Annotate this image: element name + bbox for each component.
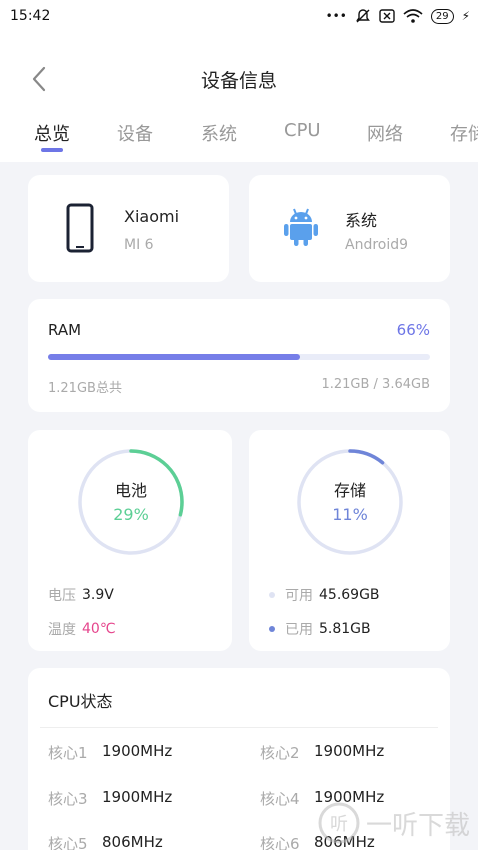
watermark-text: 一听下载 [365, 810, 470, 841]
temperature-row: 温度 40℃ [48, 619, 116, 639]
cpu-core-item: 核心2 1900MHz [260, 742, 384, 763]
used-dot-icon [269, 626, 275, 632]
storage-ring-track [297, 449, 403, 555]
phone-icon [66, 203, 94, 253]
charging-icon: ⚡ [461, 9, 470, 23]
ram-label: RAM [48, 321, 82, 339]
cpu-status-title: CPU状态 [48, 692, 113, 711]
system-version: Android9 [345, 237, 409, 253]
core-label: 核心4 [260, 790, 300, 808]
storage-free-value: 45.69GB [319, 587, 380, 603]
ram-percent: 66% [396, 321, 430, 339]
storage-percent: 11% [332, 505, 368, 524]
core-frequency: 1900MHz [102, 788, 173, 806]
core-label: 核心3 [48, 790, 88, 808]
battery-icon: 29 [430, 8, 454, 24]
core-label: 核心6 [260, 835, 300, 850]
tab-cpu[interactable]: CPU [284, 120, 321, 141]
system-title: 系统 [345, 211, 378, 230]
battery-ring: 电池 29% [76, 447, 186, 557]
core-frequency: 1900MHz [102, 742, 173, 760]
core-label: 核心5 [48, 835, 88, 850]
storage-ring: 存储 11% [295, 447, 405, 557]
storage-label: 存储 [333, 481, 366, 500]
android-icon [284, 208, 318, 246]
sim-icon [379, 9, 395, 23]
core-label: 核心2 [260, 744, 300, 762]
storage-free-row: 可用 45.69GB [269, 585, 380, 605]
header: 设备信息 总览 设备 系统 CPU 网络 存储 [0, 34, 478, 162]
ram-progress-bar [48, 354, 430, 360]
status-bar: 15:42 ••• 29 ⚡ [0, 0, 478, 34]
free-dot-icon [269, 592, 275, 598]
storage-card[interactable]: 存储 11% 可用 45.69GB 已用 5.81GB [249, 430, 450, 651]
storage-free-label: 可用 [285, 588, 313, 604]
more-dots-icon: ••• [325, 9, 347, 23]
device-brand: Xiaomi [124, 207, 180, 226]
storage-used-label: 已用 [285, 622, 313, 638]
battery-label: 电池 [114, 481, 147, 500]
tab-system[interactable]: 系统 [201, 120, 237, 146]
tab-overview[interactable]: 总览 [34, 120, 70, 146]
temperature-label: 温度 [48, 622, 76, 638]
status-icons: ••• 29 ⚡ [326, 8, 470, 24]
ram-progress-fill [48, 354, 301, 360]
watermark: 听 一听下载 [318, 802, 470, 844]
system-card[interactable]: 系统 Android9 [249, 175, 450, 282]
core-label: 核心1 [48, 744, 88, 762]
ram-card[interactable]: RAM 66% 1.21GB总共 1.21GB / 3.64GB [28, 299, 450, 412]
storage-used-value: 5.81GB [319, 621, 371, 637]
temperature-value: 40℃ [82, 621, 116, 637]
tab-active-indicator [41, 148, 63, 152]
divider [40, 727, 438, 728]
ram-total: 1.21GB总共 [48, 381, 122, 396]
storage-used-row: 已用 5.81GB [269, 619, 371, 639]
tab-device[interactable]: 设备 [117, 120, 153, 146]
battery-card[interactable]: 电池 29% 电压 3.9V 温度 40℃ [28, 430, 232, 651]
mute-icon [355, 9, 370, 23]
core-frequency: 1900MHz [314, 742, 385, 760]
tab-storage[interactable]: 存储 [450, 120, 478, 146]
ram-usage: 1.21GB / 3.64GB [321, 377, 430, 392]
page-title: 设备信息 [200, 70, 277, 92]
svg-text:听: 听 [330, 814, 348, 835]
cpu-core-item: 核心3 1900MHz [48, 788, 172, 809]
tab-network[interactable]: 网络 [367, 120, 403, 146]
device-model: MI 6 [124, 237, 154, 253]
battery-percent: 29% [113, 505, 149, 524]
status-time: 15:42 [10, 8, 51, 24]
device-card[interactable]: Xiaomi MI 6 [28, 175, 229, 282]
cpu-core-item: 核心5 806MHz [48, 833, 163, 850]
voltage-label: 电压 [48, 588, 76, 604]
voltage-value: 3.9V [82, 587, 114, 603]
wifi-icon [403, 9, 423, 23]
watermark-logo-icon: 听 [318, 802, 360, 844]
cpu-core-item: 核心1 1900MHz [48, 742, 172, 763]
voltage-row: 电压 3.9V [48, 585, 114, 605]
tab-bar: 总览 设备 系统 CPU 网络 存储 [0, 116, 478, 156]
core-frequency: 806MHz [102, 833, 163, 850]
